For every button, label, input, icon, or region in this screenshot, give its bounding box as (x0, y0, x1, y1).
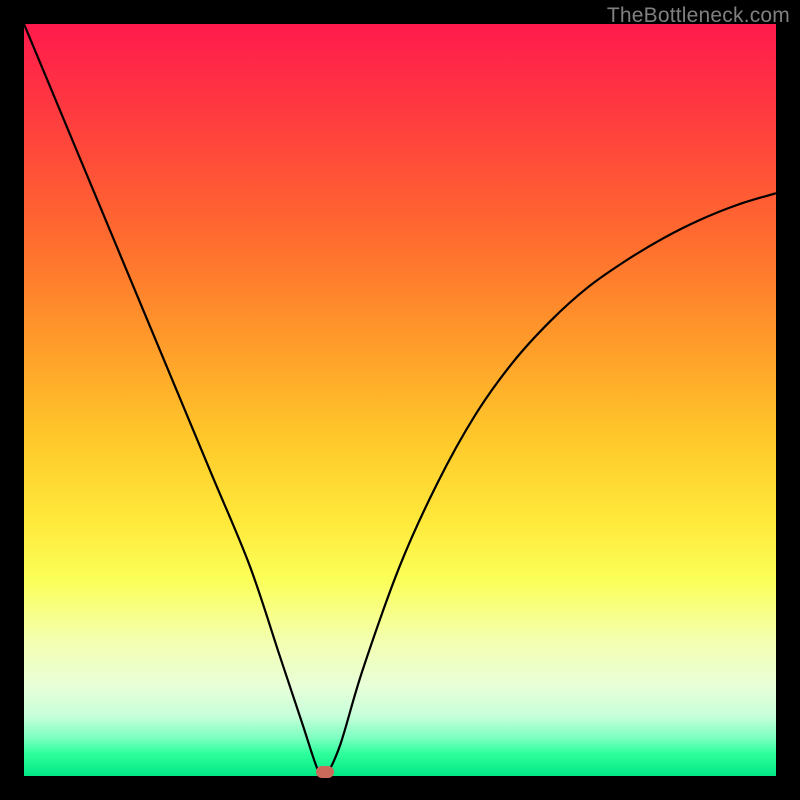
watermark-text: TheBottleneck.com (607, 4, 790, 28)
optimum-marker (316, 766, 334, 778)
chart-frame (24, 24, 776, 776)
bottleneck-curve (24, 24, 776, 776)
